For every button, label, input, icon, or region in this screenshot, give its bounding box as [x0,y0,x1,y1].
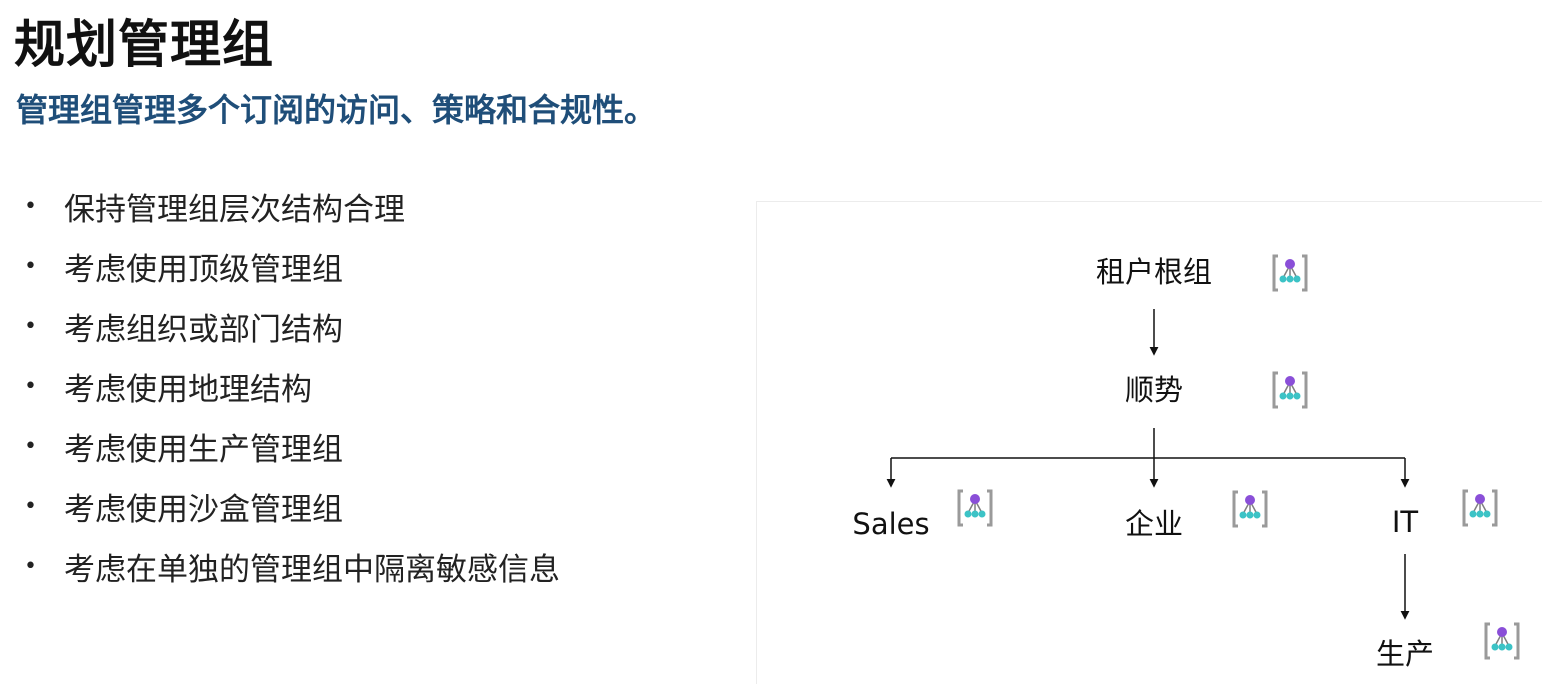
bullet-text: 考虑使用地理结构 [64,371,312,408]
bullet-item: • 考虑组织或部门结构 [24,296,560,356]
bullet-item: • 考虑在单独的管理组中隔离敏感信息 [24,536,560,596]
bullet-text: 考虑使用生产管理组 [64,431,343,468]
bullet-marker: • [24,373,37,399]
bullet-text: 保持管理组层次结构合理 [64,191,405,228]
management-group-icon [1232,490,1268,528]
node-production-label: 生产 [1375,637,1435,671]
node-root-label: 租户根组 [1095,255,1213,289]
bullet-item: • 考虑使用生产管理组 [24,416,560,476]
page-subtitle: 管理组管理多个订阅的访问、策略和合规性。 [16,91,657,129]
node-enterprise-label: 企业 [1124,507,1184,541]
bullet-marker: • [24,433,37,459]
bullet-list: • 保持管理组层次结构合理 • 考虑使用顶级管理组 • 考虑组织或部门结构 • … [24,176,560,596]
bullet-item: • 保持管理组层次结构合理 [24,176,560,236]
bullet-text: 考虑组织或部门结构 [64,311,343,348]
bullet-marker: • [24,193,37,219]
management-group-icon [1272,254,1308,292]
bullet-text: 考虑使用沙盒管理组 [64,491,343,528]
bullet-marker: • [24,553,37,579]
node-it-label: IT [1391,505,1419,539]
management-group-icon [957,489,993,527]
bullet-item: • 考虑使用顶级管理组 [24,236,560,296]
bullet-marker: • [24,313,37,339]
bullet-text: 考虑使用顶级管理组 [64,251,343,288]
node-sales-label: Sales [852,507,930,541]
hierarchy-diagram: 租户根组 顺势 Sales 企业 IT 生产 [756,201,1542,684]
bullet-marker: • [24,493,37,519]
node-shunshi-label: 顺势 [1124,373,1184,407]
page-title: 规划管理组 [14,16,275,75]
management-group-icon [1462,489,1498,527]
bullet-item: • 考虑使用沙盒管理组 [24,476,560,536]
bullet-item: • 考虑使用地理结构 [24,356,560,416]
management-group-icon [1484,622,1520,660]
bullet-marker: • [24,253,37,279]
bullet-text: 考虑在单独的管理组中隔离敏感信息 [64,551,560,588]
management-group-icon [1272,371,1308,409]
